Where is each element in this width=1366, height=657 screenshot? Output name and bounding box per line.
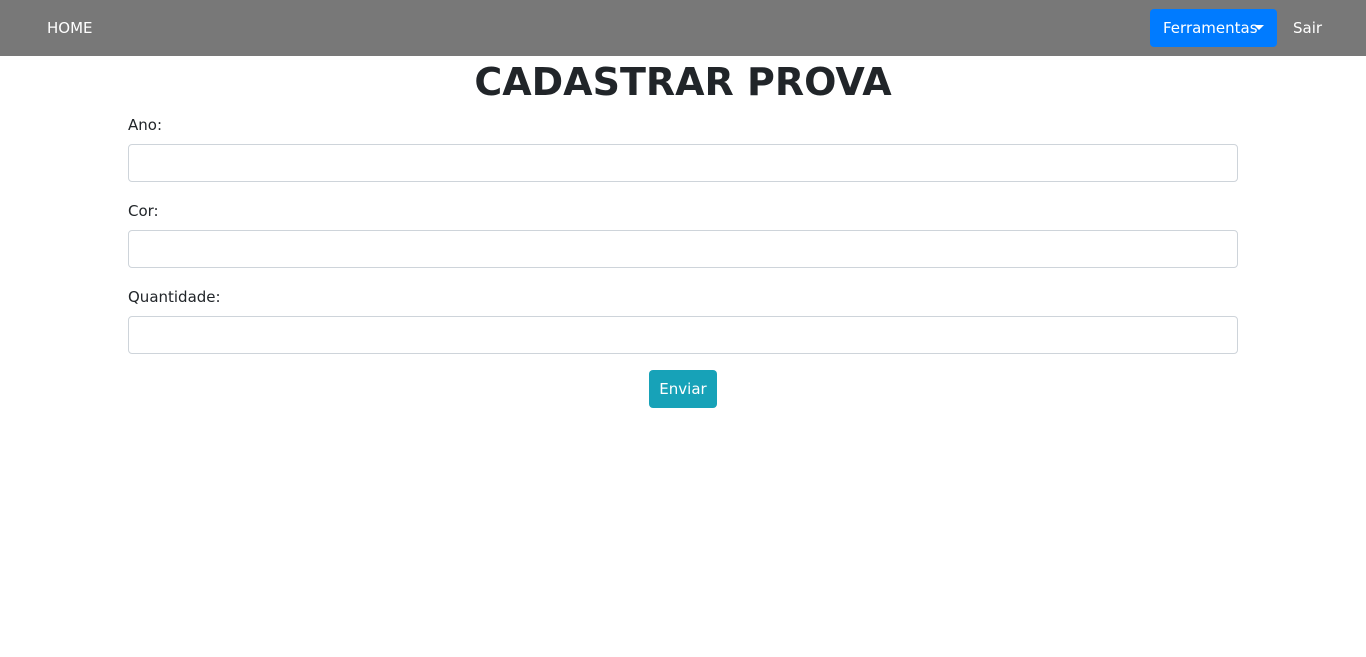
page-title: CADASTRAR PROVA [474, 60, 892, 104]
nav-exit-link[interactable]: Sair [1293, 17, 1322, 39]
year-label: Ano: [128, 116, 162, 134]
top-navbar: HOME Ferramentas Sair [0, 0, 1366, 56]
year-input[interactable] [128, 144, 1238, 182]
nav-home-link[interactable]: HOME [47, 17, 93, 39]
tools-dropdown-button[interactable]: Ferramentas [1150, 9, 1277, 47]
caret-down-icon [1254, 25, 1264, 30]
color-label: Cor: [128, 202, 159, 220]
quantity-input[interactable] [128, 316, 1238, 354]
tools-dropdown-label: Ferramentas [1163, 19, 1258, 37]
color-input[interactable] [128, 230, 1238, 268]
submit-button[interactable]: Enviar [649, 370, 717, 408]
quantity-label: Quantidade: [128, 288, 221, 306]
